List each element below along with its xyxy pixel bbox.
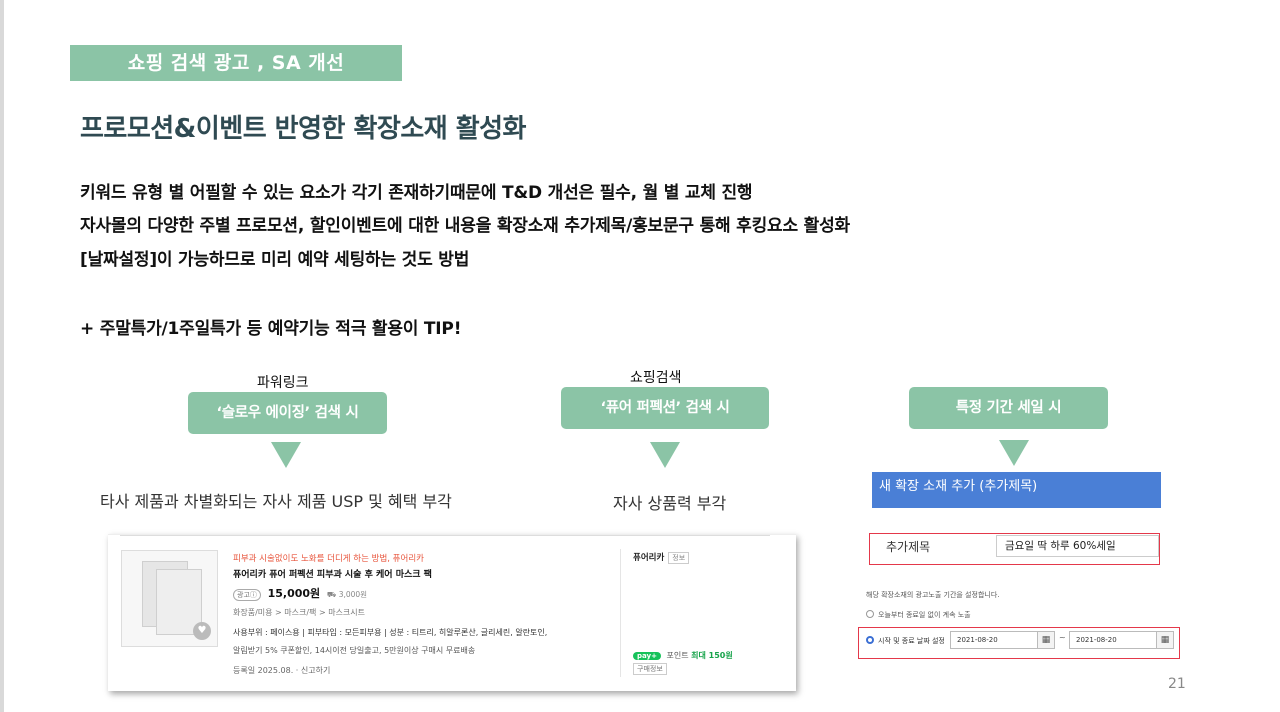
product-promo-text[interactable]: 피부과 시술없이도 노화를 더디게 하는 방법, 퓨어리카 [233, 552, 424, 564]
product-title[interactable]: 퓨어리카 퓨어 퍼펙션 피부과 시술 후 케어 마스크 팩 [233, 567, 432, 580]
npay-badge: pay+ [633, 652, 661, 660]
down-arrow-icon [271, 442, 301, 468]
npay-point-row: pay+ 포인트 최대 150원 [633, 650, 733, 661]
powerlink-keyword-pill: ‘슬로우 에이징’ 검색 시 [188, 392, 387, 434]
body-line-1: 키워드 유형 별 어필할 수 있는 요소가 각기 존재하기때문에 T&D 개선은… [80, 183, 753, 203]
product-register-date[interactable]: 등록일 2025.08. · 신고하기 [233, 665, 330, 676]
divider [120, 535, 770, 536]
sale-period-pill: 특정 기간 세일 시 [909, 387, 1108, 429]
slide-left-edge [0, 0, 4, 712]
radio-on-icon [866, 636, 874, 644]
body-tip-line: + 주말특가/1주일특가 등 예약기능 적극 활용이 TIP! [80, 319, 462, 339]
body-line-3: [날짜설정]이 가능하므로 미리 예약 세팅하는 것도 방법 [80, 250, 470, 270]
purchase-info-button[interactable]: 구매정보 [633, 663, 667, 675]
slide-headline: 프로모션&이벤트 반영한 확장소재 활성화 [80, 114, 526, 144]
product-ad-card: ♥ 피부과 시술없이도 노화를 더디게 하는 방법, 퓨어리카 퓨어리카 퓨어 … [108, 534, 796, 691]
date-range-tilde: ~ [1059, 633, 1066, 642]
store-info-tag[interactable]: 정보 [668, 552, 690, 564]
store-name[interactable]: 퓨어리카 정보 [633, 551, 690, 564]
product-benefits: 알림받기 5% 쿠폰할인, 14시이전 당일출고, 5만원이상 구매시 무료배송 [233, 646, 476, 655]
calendar-icon[interactable]: ▦ [1037, 631, 1055, 649]
extension-form-header: 새 확장 소재 추가 (추가제목) [872, 472, 1161, 508]
page-number: 21 [1168, 676, 1186, 692]
shipping-fee: ⛟ 3,000원 [326, 590, 368, 599]
extra-title-input[interactable]: 금요일 딱 하루 60%세일 [996, 535, 1159, 557]
powerlink-description: 타사 제품과 차별화되는 자사 제품 USP 및 혜택 부각 [100, 492, 452, 511]
extra-title-label: 추가제목 [886, 540, 931, 554]
calendar-icon[interactable]: ▦ [1156, 631, 1174, 649]
point-max: 최대 150원 [691, 651, 733, 660]
shopping-search-caption: 쇼핑검색 [630, 370, 682, 386]
product-price: 15,000원 [267, 587, 321, 600]
store-name-label: 퓨어리카 [633, 553, 665, 563]
product-specs: 사용부위 : 페이스용 | 피부타입 : 모든피부용 | 성분 : 티트리, 히… [233, 628, 548, 637]
product-price-row: 광고ⓘ 15,000원 ⛟ 3,000원 [233, 585, 367, 601]
product-thumbnail[interactable]: ♥ [121, 550, 218, 647]
option-range-label: 시작 및 종료 날짜 설정 [878, 637, 945, 645]
option-always-label: 오늘부터 종료일 없이 계속 노출 [878, 611, 971, 619]
shopping-keyword-pill: ‘퓨어 퍼펙션’ 검색 시 [561, 387, 769, 429]
period-title: 해당 확장소재의 광고노출 기간을 설정합니다. [866, 591, 1000, 599]
radio-off-icon [866, 610, 874, 618]
shopping-description: 자사 상품력 부각 [613, 494, 727, 513]
heart-icon[interactable]: ♥ [193, 622, 211, 640]
body-line-2: 자사몰의 다양한 주별 프로모션, 할인이벤트에 대한 내용을 확장소재 추가제… [80, 216, 850, 236]
divider [620, 549, 621, 677]
powerlink-caption: 파워링크 [257, 375, 309, 391]
option-range-radio[interactable]: 시작 및 종료 날짜 설정 [866, 636, 945, 646]
section-tag: 쇼핑 검색 광고 , SA 개선 [70, 45, 402, 81]
ad-badge: 광고ⓘ [233, 589, 261, 601]
point-label: 포인트 [666, 651, 689, 660]
down-arrow-icon [650, 442, 680, 468]
option-always-radio[interactable]: 오늘부터 종료일 없이 계속 노출 [866, 610, 971, 620]
product-category: 화장품/미용 > 마스크/팩 > 마스크시트 [233, 608, 366, 617]
down-arrow-icon [999, 440, 1029, 466]
